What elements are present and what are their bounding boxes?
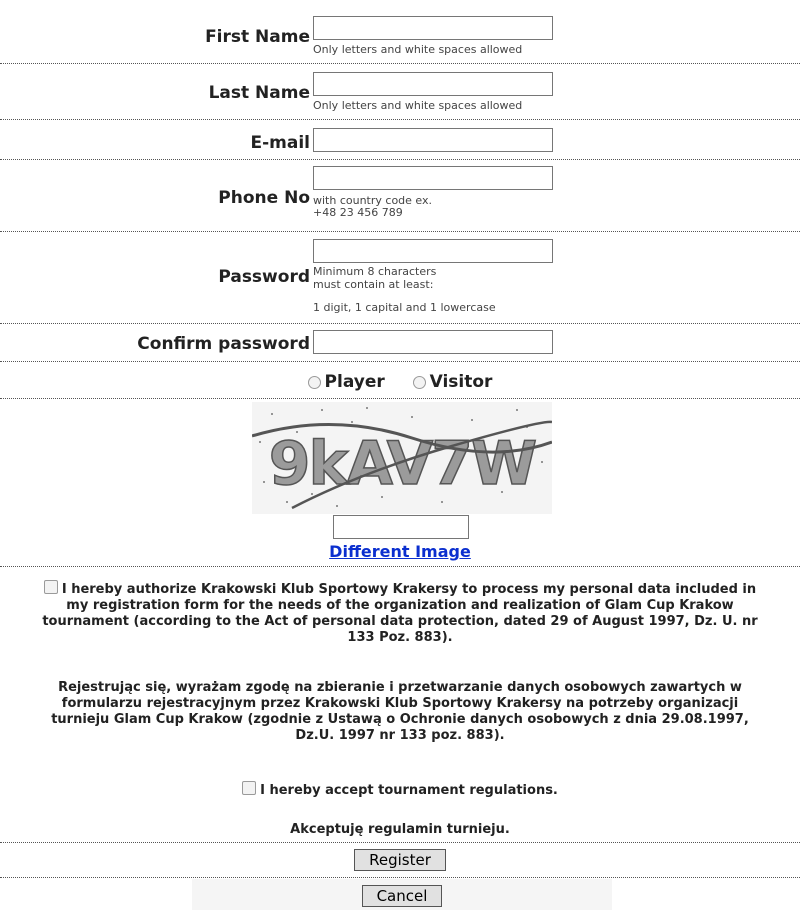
email-label: E-mail <box>250 133 310 153</box>
password-input[interactable] <box>313 239 553 263</box>
player-label: Player <box>324 372 385 392</box>
captcha-image: 9kAV7W <box>252 402 552 514</box>
regulations-consent: I hereby accept tournament regulations. <box>40 781 760 799</box>
phone-label: Phone No <box>218 188 310 208</box>
confirm-password-label: Confirm password <box>137 334 310 354</box>
first-name-hint: Only letters and white spaces allowed <box>313 43 523 56</box>
password-hint-line: 1 digit, 1 capital and 1 lowercase <box>313 301 496 314</box>
email-input[interactable] <box>313 128 553 152</box>
visitor-radio[interactable] <box>412 375 426 389</box>
different-image-link[interactable]: Different Image <box>329 542 471 561</box>
regulations-text-en: I hereby accept tournament regulations. <box>260 783 558 798</box>
last-name-hint: Only letters and white spaces allowed <box>313 99 523 112</box>
separator <box>0 231 800 232</box>
captcha-input[interactable] <box>333 515 469 539</box>
captcha-refresh-row: Different Image <box>0 542 800 561</box>
phone-hint-line: +48 23 456 789 <box>313 206 403 219</box>
player-radio[interactable] <box>307 375 321 389</box>
authorize-consent: I hereby authorize Krakowski Klub Sporto… <box>40 580 760 646</box>
register-button[interactable]: Register <box>354 849 446 871</box>
visitor-label: Visitor <box>429 372 493 392</box>
first-name-input[interactable] <box>313 16 553 40</box>
separator <box>0 119 800 120</box>
captcha-text: 9kAV7W <box>269 429 536 499</box>
separator <box>0 323 800 324</box>
separator <box>0 159 800 160</box>
confirm-password-input[interactable] <box>313 330 553 354</box>
last-name-input[interactable] <box>313 72 553 96</box>
authorize-checkbox[interactable] <box>43 580 58 594</box>
visitor-option[interactable]: Visitor <box>412 372 493 392</box>
separator <box>0 877 800 878</box>
last-name-label: Last Name <box>208 83 310 103</box>
password-hint-line: must contain at least: <box>313 278 434 291</box>
cancel-row: Cancel <box>192 879 612 910</box>
password-hint-line: Minimum 8 characters <box>313 265 437 278</box>
separator <box>0 63 800 64</box>
authorize-text-en: I hereby authorize Krakowski Klub Sporto… <box>42 582 758 645</box>
first-name-label: First Name <box>205 27 310 47</box>
regulations-checkbox[interactable] <box>242 781 257 795</box>
cancel-button[interactable]: Cancel <box>361 885 443 907</box>
separator <box>0 566 800 567</box>
password-label: Password <box>218 267 310 287</box>
separator <box>0 398 800 399</box>
authorize-text-pl: Rejestrując się, wyrażam zgodę na zbiera… <box>51 680 749 743</box>
regulations-text-pl: Akceptuję regulamin turnieju. <box>290 822 510 837</box>
role-selector: Player Visitor <box>0 372 800 392</box>
phone-input[interactable] <box>313 166 553 190</box>
separator <box>0 361 800 362</box>
separator <box>0 842 800 843</box>
player-option[interactable]: Player <box>307 372 385 392</box>
register-row: Register <box>0 849 800 871</box>
